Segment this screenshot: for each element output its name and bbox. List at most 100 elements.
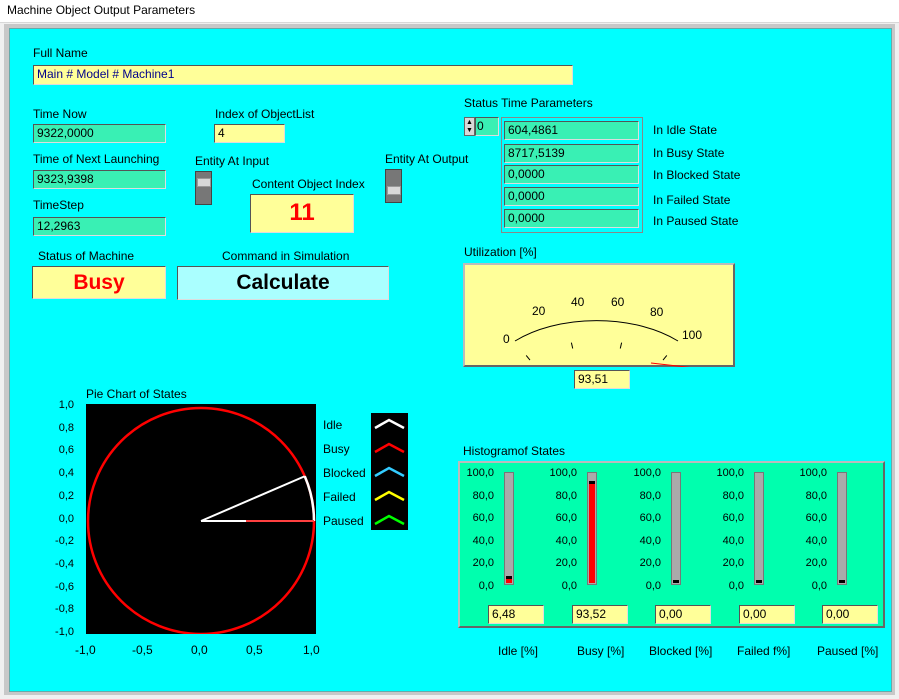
histogram-tick: 0,0 [561, 580, 577, 592]
entity-output-label: Entity At Output [385, 152, 469, 166]
legend-label-idle: Idle [323, 418, 343, 432]
status-time-value-failed[interactable]: 0,0000 [504, 187, 639, 206]
next-launching-field[interactable]: 9323,9398 [33, 170, 166, 189]
histogram-bar-fill [756, 580, 762, 583]
histogram-columns: 100,0 80,0 60,0 40,0 20,0 0,0 6,48 100,0 80,0 60,… [458, 461, 885, 628]
histogram-value-field[interactable]: 0,00 [655, 605, 711, 624]
histogram-tick: 0,0 [728, 580, 744, 592]
pie-x-tick: 0,5 [246, 643, 263, 657]
histogram-name-failed: Failed f%] [737, 644, 791, 658]
histogram-tick: 40,0 [472, 534, 494, 547]
status-time-label-paused: In Paused State [653, 214, 739, 228]
pie-y-tick: -0,6 [55, 581, 74, 593]
histogram-name-busy: Busy [%] [577, 644, 625, 658]
legend-label-busy: Busy [323, 442, 350, 456]
entity-input-switch[interactable] [195, 171, 212, 205]
histogram-tick: 40,0 [722, 534, 744, 547]
histogram-value-field[interactable]: 0,00 [739, 605, 795, 624]
next-launching-label: Time of Next Launching [33, 152, 160, 166]
histogram-tick: 60,0 [805, 512, 827, 525]
command-label: Command in Simulation [222, 249, 350, 263]
histogram-bar-fill [839, 580, 845, 583]
histogram-tick: 60,0 [639, 512, 661, 525]
status-time-value-idle[interactable]: 604,4861 [504, 121, 639, 140]
histogram-tick: 100,0 [549, 467, 577, 479]
histogram-tick: 80,0 [805, 489, 827, 502]
pie-x-tick: -1,0 [75, 643, 96, 657]
gauge-tick [570, 342, 574, 349]
gauge-scale-0: 0 [503, 332, 510, 346]
status-machine-field[interactable]: Busy [32, 266, 166, 299]
timestep-label: TimeStep [33, 198, 84, 212]
histogram-bar [754, 472, 764, 585]
histogram-tick: 100,0 [716, 467, 744, 479]
status-time-value-busy[interactable]: 8717,5139 [504, 144, 639, 163]
entity-output-switch-knob [387, 186, 401, 195]
pie-y-tick: -1,0 [55, 626, 74, 638]
legend-label-failed: Failed [323, 490, 356, 504]
gauge-scale-80: 80 [650, 305, 664, 319]
timestep-field[interactable]: 12,2963 [33, 217, 166, 236]
pie-y-tick: 1,0 [58, 399, 74, 411]
legend-line-failed [374, 490, 405, 502]
spinner-down-icon[interactable]: ▼ [466, 127, 473, 135]
status-time-value-paused[interactable]: 0,0000 [504, 209, 639, 228]
pie-y-tick: 0,6 [58, 444, 74, 456]
pie-x-tick: 1,0 [303, 643, 320, 657]
histogram-value-field[interactable]: 0,00 [822, 605, 878, 624]
histogram-tick: 0,0 [645, 580, 661, 592]
utilization-gauge-svg: 0 20 40 60 80 100 [503, 295, 702, 367]
pie-chart-svg [86, 406, 316, 634]
histogram-tick: 20,0 [555, 557, 577, 570]
utilization-label: Utilization [%] [464, 245, 537, 259]
full-name-field[interactable]: Main # Model # Machine1 [33, 65, 573, 85]
command-field[interactable]: Calculate [177, 266, 389, 300]
status-time-spinner[interactable]: ▲ ▼ [464, 117, 475, 136]
index-objectlist-field[interactable]: 4 [214, 124, 285, 143]
histogram-tick: 100,0 [466, 467, 494, 479]
histogram-value-field[interactable]: 93,52 [572, 605, 628, 624]
pie-y-tick: 0,8 [58, 422, 74, 434]
histogram-tick: 80,0 [555, 489, 577, 502]
histogram-bar [504, 472, 514, 585]
histogram-name-paused: Paused [%] [817, 644, 879, 658]
time-now-field[interactable]: 9322,0000 [33, 124, 166, 143]
legend-line-busy [374, 442, 405, 454]
histogram-tick: 0,0 [811, 580, 827, 592]
spinner-up-icon[interactable]: ▲ [466, 119, 473, 127]
histogram-tick: 100,0 [633, 467, 661, 479]
utilization-value-field[interactable]: 93,51 [574, 370, 630, 389]
status-machine-label: Status of Machine [38, 249, 135, 263]
status-time-value-blocked[interactable]: 0,0000 [504, 165, 639, 184]
entity-input-label: Entity At Input [195, 154, 270, 168]
status-time-label: Status Time Parameters [464, 96, 593, 110]
entity-input-switch-knob [197, 178, 211, 187]
histogram-tick: 60,0 [472, 512, 494, 525]
pie-y-tick: -0,4 [55, 558, 74, 570]
histogram-tick: 20,0 [805, 557, 827, 570]
pie-idle-arc [303, 475, 316, 522]
legend-line-idle [374, 418, 405, 430]
gauge-scale-40: 40 [571, 295, 585, 309]
histogram-tick: 40,0 [639, 534, 661, 547]
histogram-tick: 80,0 [722, 489, 744, 502]
gauge-scale-60: 60 [611, 295, 625, 309]
content-index-field[interactable]: 11 [250, 194, 354, 233]
gauge-tick [619, 342, 623, 349]
gauge-arc [514, 320, 679, 342]
pie-y-tick: -0,8 [55, 603, 74, 615]
pie-y-tick: 0,0 [58, 513, 74, 525]
legend-line-paused [374, 514, 405, 526]
histogram-name-idle: Idle [%] [498, 644, 539, 658]
histogram-tick: 40,0 [555, 534, 577, 547]
gauge-scale-100: 100 [682, 328, 702, 342]
gauge-tick [662, 355, 668, 361]
status-time-label-idle: In Idle State [653, 123, 718, 137]
status-time-spinner-field[interactable]: 0 [475, 117, 499, 136]
histogram-bar-fill [589, 481, 595, 583]
pie-y-tick: 0,4 [58, 467, 74, 479]
entity-output-switch[interactable] [385, 169, 402, 203]
histogram-value-field[interactable]: 6,48 [488, 605, 544, 624]
histogram-tick: 20,0 [639, 557, 661, 570]
histogram-bar-fill [673, 580, 679, 583]
